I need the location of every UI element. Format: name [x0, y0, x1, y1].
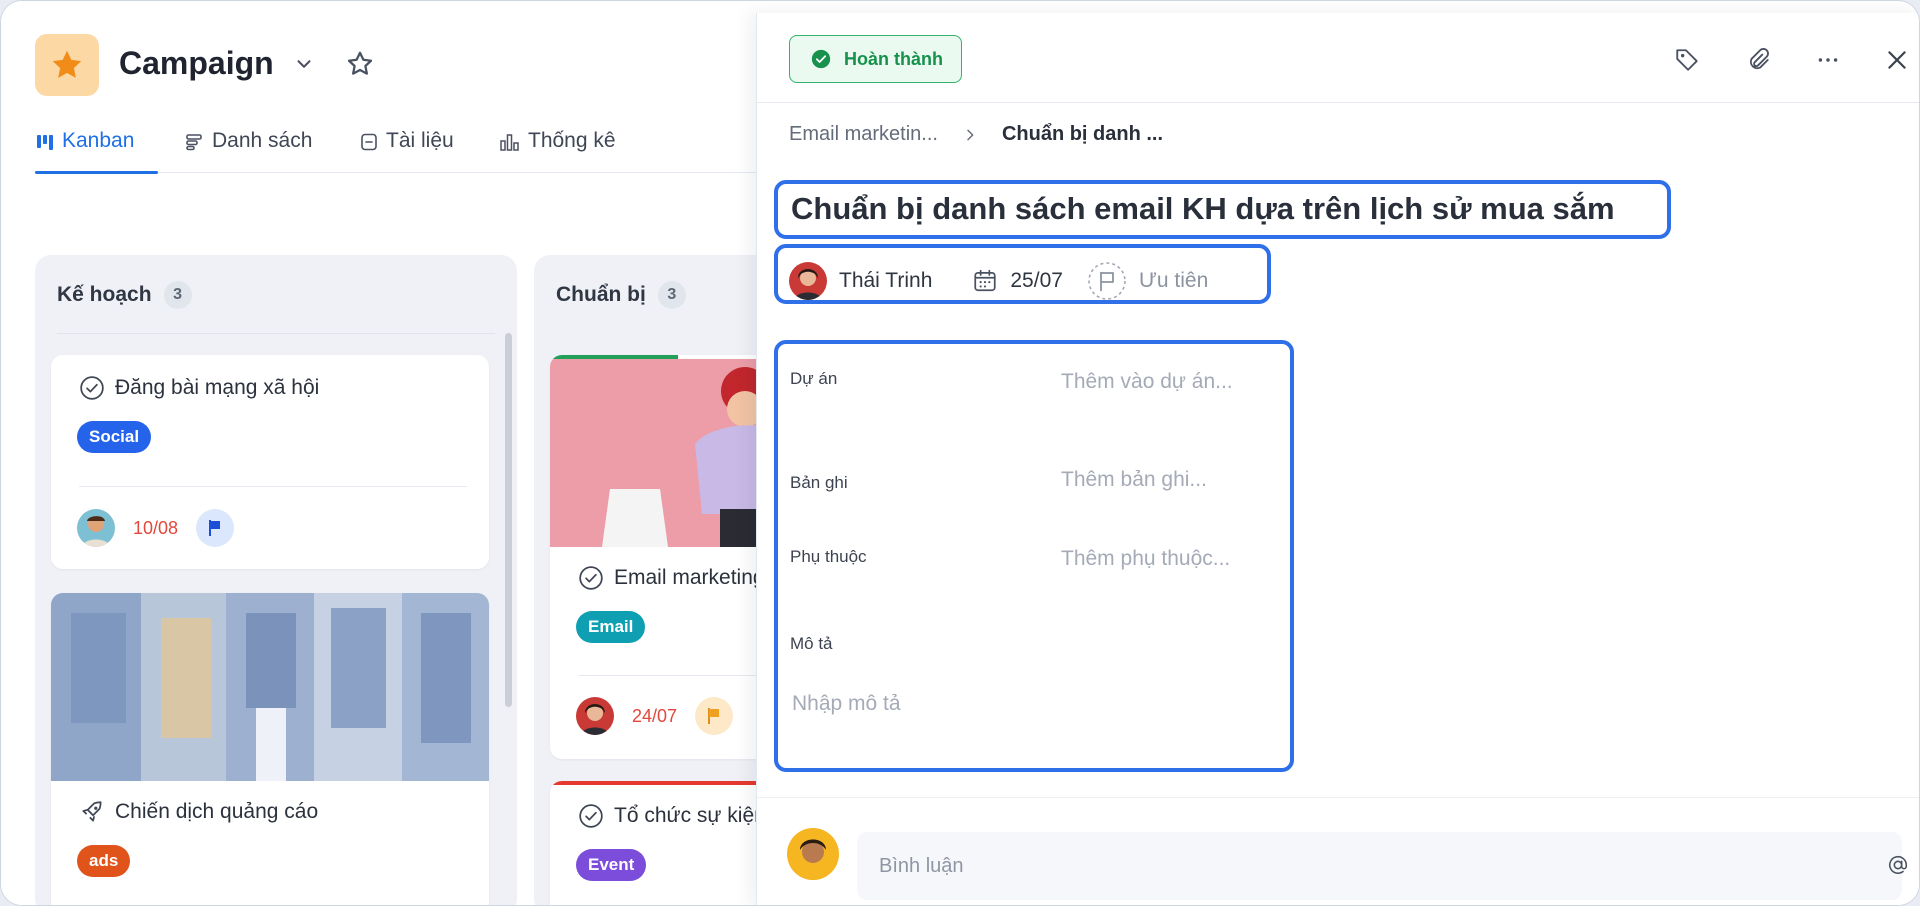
card-title: Tổ chức sự kiện [614, 804, 766, 827]
tab-label: Kanban [62, 129, 135, 152]
divider [79, 486, 467, 487]
flag-icon[interactable] [695, 697, 734, 735]
tab-kanban[interactable]: Kanban [35, 129, 158, 174]
due-date: 10/08 [133, 517, 179, 538]
comment-box [857, 832, 1908, 900]
due-date: 24/07 [632, 705, 678, 726]
check-circle-icon[interactable] [578, 803, 604, 829]
assignee-name: Thái Trinh [839, 269, 933, 292]
due-date-value: 25/07 [1010, 269, 1063, 292]
due-date-field[interactable]: 25/07 [972, 268, 1063, 294]
check-circle-icon[interactable] [79, 375, 105, 401]
tab-label: Tài liệu [386, 129, 454, 152]
task-title[interactable]: Chuẩn bị danh sách email KH dựa trên lịc… [791, 191, 1615, 227]
more-options-icon[interactable] [1815, 47, 1841, 78]
breadcrumb-parent[interactable]: Email marketin... [789, 123, 938, 146]
panel-header: Hoàn thành [757, 13, 1919, 103]
card-title: Đăng bài mạng xã hội [115, 376, 320, 399]
paperclip-icon[interactable] [1745, 47, 1771, 78]
add-project-field[interactable]: Thêm vào dự án... [1061, 370, 1233, 394]
list-icon [186, 134, 202, 151]
scrollbar[interactable] [505, 333, 512, 707]
status-button[interactable]: Hoàn thành [789, 35, 962, 83]
column-header: Kế hoạch 3 [57, 281, 192, 309]
tab-list[interactable]: Danh sách [185, 129, 312, 173]
tag-badge: ads [77, 845, 131, 877]
column-header: Chuẩn bị 3 [556, 281, 686, 309]
task-card[interactable]: Đăng bài mạng xã hội Social 10/08 [51, 355, 489, 569]
avatar [789, 262, 827, 300]
flag-outline-icon [1088, 262, 1126, 300]
add-record-field[interactable]: Thêm bản ghi... [1061, 468, 1207, 492]
card-title: Email marketing [614, 566, 765, 589]
priority-field[interactable]: Ưu tiên [1087, 261, 1208, 301]
check-circle-icon[interactable] [578, 565, 604, 591]
priority-label: Ưu tiên [1138, 269, 1209, 292]
prop-label-dependency: Phụ thuộc [790, 547, 867, 566]
tab-label: Danh sách [212, 129, 313, 152]
tag-badge: Event [576, 849, 647, 881]
project-star-icon [35, 34, 99, 96]
flag-icon[interactable] [196, 509, 235, 547]
rocket-icon [82, 801, 102, 822]
status-label: Hoàn thành [844, 48, 943, 69]
tab-documents[interactable]: Tài liệu [359, 129, 454, 173]
check-circle-filled-icon [811, 49, 831, 69]
divider [57, 333, 495, 334]
app-window: Campaign Kanban Danh sách Tài liệu Thống… [0, 0, 1920, 906]
document-icon [361, 133, 377, 151]
task-detail-panel: Hoàn thành Email marketin... Chuẩn bị da… [756, 13, 1919, 905]
description-input[interactable]: Nhập mô tả [792, 692, 901, 716]
task-card[interactable]: Chiến dịch quảng cáo ads [51, 593, 489, 905]
prop-label-description: Mô tả [790, 634, 833, 653]
tab-label: Thống kê [528, 129, 616, 152]
column-title: Kế hoạch [57, 283, 152, 306]
column-count: 3 [163, 281, 192, 309]
prop-label-project: Dự án [790, 369, 838, 388]
tag-badge: Email [576, 611, 646, 643]
chevron-right-icon [967, 129, 974, 140]
avatar [787, 828, 839, 880]
chevron-down-icon[interactable] [293, 53, 315, 80]
project-title: Campaign [119, 45, 274, 81]
card-cover-image [51, 593, 489, 781]
breadcrumb: Email marketin... Chuẩn bị danh ... [789, 123, 1163, 146]
column-title: Chuẩn bị [556, 283, 646, 306]
tag-icon[interactable] [1674, 47, 1700, 78]
avatar [576, 697, 614, 735]
close-icon[interactable] [1884, 47, 1910, 78]
task-meta-row: Thái Trinh 25/07 Ưu tiên [789, 261, 1208, 301]
prop-label-record: Bản ghi [790, 473, 848, 492]
breadcrumb-current: Chuẩn bị danh ... [1001, 123, 1164, 145]
calendar-icon [974, 269, 996, 292]
kanban-icon [37, 135, 53, 150]
avatar [77, 509, 115, 547]
bar-chart-icon [500, 134, 519, 151]
kanban-board: Campaign Kanban Danh sách Tài liệu Thống… [1, 1, 1016, 905]
comment-bar [757, 797, 1919, 905]
add-dependency-field[interactable]: Thêm phụ thuộc... [1061, 547, 1230, 571]
column-count: 3 [657, 281, 686, 309]
favorite-star-icon[interactable] [345, 49, 375, 84]
view-tabs: Kanban Danh sách Tài liệu Thống kê [35, 129, 761, 174]
comment-input[interactable] [879, 832, 1679, 900]
tab-statistics[interactable]: Thống kê [499, 129, 616, 173]
mention-icon[interactable] [1887, 854, 1909, 881]
card-title: Chiến dịch quảng cáo [115, 800, 319, 823]
tag-badge: Social [77, 421, 152, 453]
column-ke-hoach: Kế hoạch 3 Đăng bài mạng xã hội Social 1… [35, 255, 517, 905]
assignee[interactable]: Thái Trinh [789, 262, 932, 300]
